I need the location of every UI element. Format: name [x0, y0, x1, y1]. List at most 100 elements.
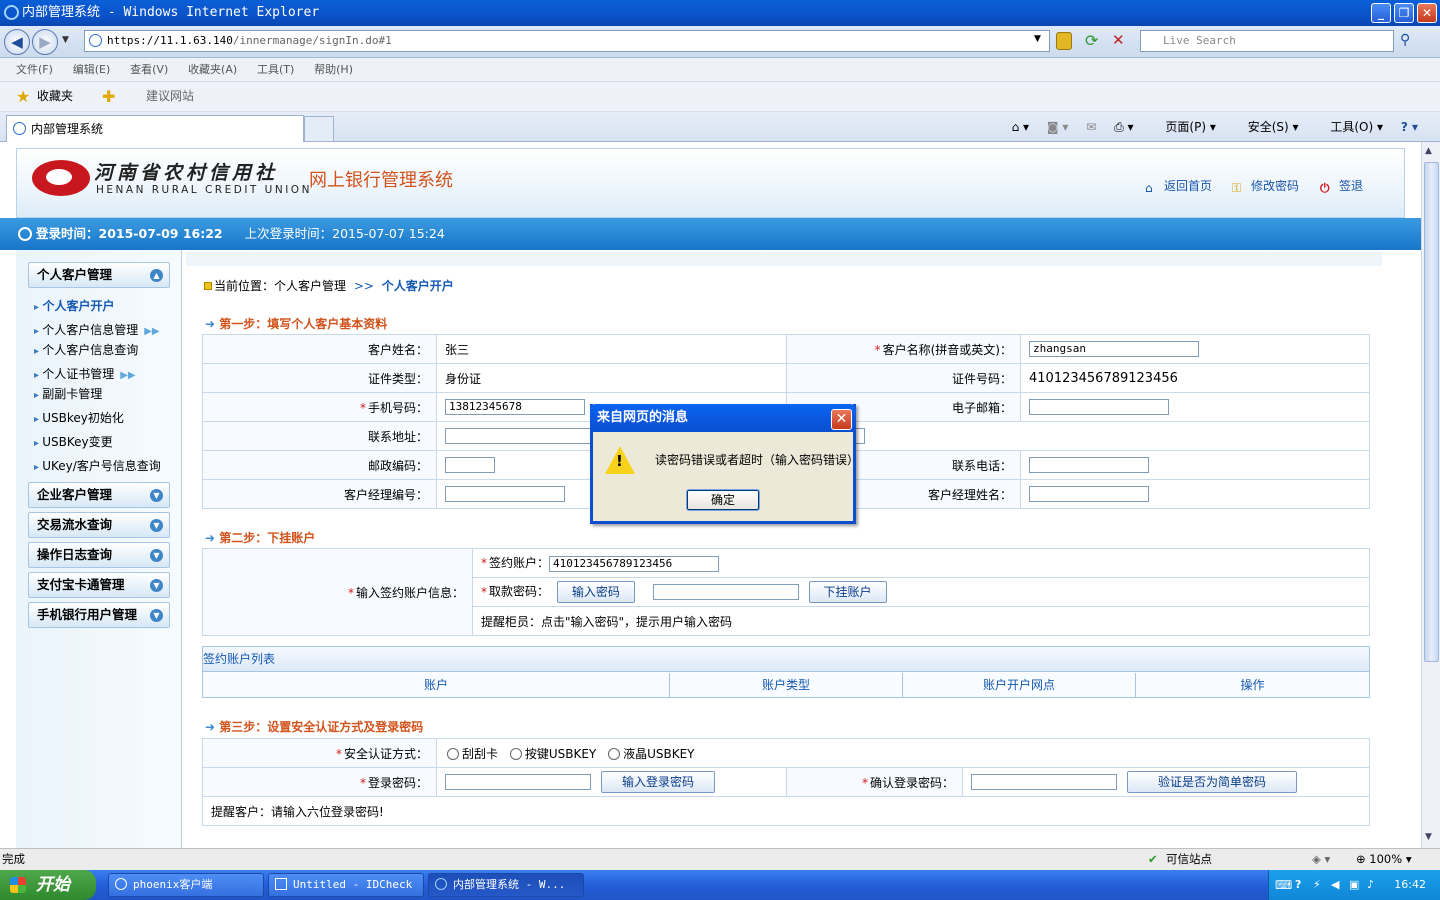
change-password-link[interactable]: ⚿ 修改密码	[1232, 177, 1299, 195]
window-title-bar[interactable]: 内部管理系统 - Windows Internet Explorer	[0, 0, 1440, 26]
vertical-scrollbar[interactable]: ▲ ▼	[1421, 142, 1440, 848]
sidebar-group-personal[interactable]: 个人客户管理 ▲	[28, 262, 170, 288]
login-pwd-input[interactable]	[445, 774, 591, 790]
forward-button[interactable]: ▶	[32, 29, 58, 55]
address-input[interactable]: https://11.1.63.140/innermanage/signIn.d…	[84, 30, 1050, 52]
mgr-name-cell	[1020, 479, 1370, 509]
suggested-sites-link[interactable]: 建议网站	[146, 82, 194, 111]
mgr-name-input[interactable]	[1029, 486, 1149, 502]
sidebar-group-oplog[interactable]: 操作日志查询 ▼	[28, 542, 170, 568]
scroll-up-icon[interactable]: ▲	[1425, 146, 1432, 156]
address-dropdown-icon[interactable]: ▼	[1034, 34, 1041, 44]
print-icon[interactable]: ⎙ ▾	[1114, 120, 1133, 134]
attach-account-button[interactable]: 下挂账户	[808, 581, 887, 603]
task-idcheck[interactable]: Untitled - IDCheck	[268, 873, 424, 897]
menu-edit[interactable]: 编辑(E)	[73, 58, 111, 81]
radio-key-usbkey[interactable]	[509, 747, 522, 760]
email-input[interactable]	[1029, 399, 1169, 415]
zip-input[interactable]	[445, 457, 495, 473]
sidebar-item-info-query[interactable]: 个人客户信息查询	[34, 341, 138, 358]
favorites-star-icon: ★	[16, 87, 31, 106]
protected-mode-icon[interactable]: ◈ ▾	[1312, 849, 1330, 870]
back-tray-icon[interactable]: ◀	[1331, 870, 1339, 900]
network-icon[interactable]: ⚡	[1313, 870, 1321, 900]
scroll-down-icon[interactable]: ▼	[1425, 832, 1432, 842]
radio-lcd-usbkey[interactable]	[608, 747, 621, 760]
tray-clock[interactable]: 16:42	[1394, 878, 1426, 891]
new-tab-button[interactable]	[304, 116, 334, 141]
verify-simple-password-button[interactable]: 验证是否为简单密码	[1127, 771, 1298, 793]
sidebar-item-info-manage[interactable]: 个人客户信息管理 ▶▶	[34, 321, 159, 338]
add-favorite-icon[interactable]: ✚	[102, 82, 115, 111]
minimize-button[interactable]: _	[1371, 3, 1391, 23]
tab-internal-system[interactable]: 内部管理系统	[6, 115, 304, 142]
sidebar-group-alipay[interactable]: 支付宝卡通管理 ▼	[28, 572, 170, 598]
window-title: 内部管理系统 - Windows Internet Explorer	[22, 5, 320, 20]
start-button[interactable]: 开始	[0, 870, 96, 900]
cmd-page[interactable]: 页面(P) ▾	[1151, 120, 1215, 134]
security-zone[interactable]: 可信站点	[1166, 849, 1212, 870]
required-mark: *	[861, 775, 868, 790]
sidebar-group-mobile[interactable]: 手机银行用户管理 ▼	[28, 602, 170, 628]
menu-favorites[interactable]: 收藏夹(A)	[188, 58, 237, 81]
alert-ok-button[interactable]: 确定	[686, 489, 760, 511]
confirm-pwd-input[interactable]	[971, 774, 1117, 790]
expand-icon: ▼	[150, 549, 163, 562]
mail-icon[interactable]: ✉	[1086, 120, 1096, 134]
alert-close-button[interactable]: ✕	[831, 409, 852, 430]
volume-icon[interactable]: ♪	[1367, 870, 1374, 900]
breadcrumb: 当前位置：个人客户管理 >> 个人客户开户	[204, 277, 454, 294]
feeds-icon[interactable]: ◙ ▾	[1047, 120, 1068, 134]
sidebar-item-open-account[interactable]: 个人客户开户	[34, 297, 115, 314]
live-search-input[interactable]: Live Search	[1140, 30, 1394, 52]
history-dropdown-icon[interactable]: ▼	[62, 35, 69, 45]
scroll-thumb[interactable]	[1424, 162, 1439, 662]
task-phoenix[interactable]: phoenix客户端	[108, 873, 264, 897]
mobile-input[interactable]: 13812345678	[445, 399, 585, 415]
sidebar-item-scratch-card[interactable]: 副副卡管理	[34, 385, 102, 402]
stop-icon[interactable]: ✕	[1112, 31, 1125, 49]
enter-login-password-button[interactable]: 输入登录密码	[601, 771, 716, 793]
menu-tools[interactable]: 工具(T)	[257, 58, 294, 81]
withdraw-pwd-input[interactable]	[652, 584, 799, 600]
maximize-button[interactable]: ❐	[1394, 3, 1414, 23]
help-tray-icon[interactable]: ?	[1295, 870, 1301, 900]
sign-info-label: 输入签约账户信息：	[355, 585, 464, 600]
cmd-tools[interactable]: 工具(O) ▾	[1316, 120, 1383, 134]
home-link[interactable]: ⌂ 返回首页	[1145, 177, 1212, 195]
step2-title: 第二步：下挂账户	[205, 529, 315, 546]
sidebar-group-transactions[interactable]: 交易流水查询 ▼	[28, 512, 170, 538]
sidebar-item-usbkey-change[interactable]: USBKey变更	[34, 433, 112, 450]
task-ie-internal-system[interactable]: 内部管理系统 - W...	[428, 873, 584, 897]
sidebar-group-enterprise[interactable]: 企业客户管理 ▼	[28, 482, 170, 508]
monitor-icon[interactable]: ▣	[1349, 870, 1359, 900]
en-name-input[interactable]: zhangsan	[1029, 341, 1199, 357]
favorites-button[interactable]: 收藏夹	[37, 82, 73, 111]
clock-icon	[18, 227, 32, 241]
keyboard-icon[interactable]: ⌨	[1275, 870, 1292, 900]
logout-link[interactable]: ⏻ 签退	[1320, 177, 1363, 195]
menu-file[interactable]: 文件(F)	[16, 58, 53, 81]
zoom-level[interactable]: ⊕ 100% ▾	[1356, 849, 1412, 870]
cmd-safety[interactable]: 安全(S) ▾	[1234, 120, 1299, 134]
account-input[interactable]: 410123456789123456	[549, 555, 720, 572]
back-button[interactable]: ◀	[4, 29, 30, 55]
sidebar-item-usbkey-init[interactable]: USBkey初始化	[34, 409, 124, 426]
mgr-no-input[interactable]	[445, 486, 565, 502]
system-title: 网上银行管理系统	[309, 170, 453, 191]
auth-label: 安全认证方式：	[343, 746, 428, 761]
required-mark: *	[481, 584, 487, 599]
menu-view[interactable]: 查看(V)	[130, 58, 168, 81]
close-window-button[interactable]: ✕	[1417, 3, 1437, 23]
search-icon[interactable]: ⚲	[1400, 32, 1410, 48]
enter-password-button[interactable]: 输入密码	[556, 581, 635, 603]
sidebar-item-cert-manage[interactable]: 个人证书管理 ▶▶	[34, 365, 135, 382]
menu-help[interactable]: 帮助(H)	[314, 58, 353, 81]
refresh-icon[interactable]: ⟳	[1085, 31, 1098, 50]
home-icon[interactable]: ⌂ ▾	[1012, 120, 1029, 134]
radio-scratch-card[interactable]	[447, 747, 459, 760]
sidebar-item-ukey-query[interactable]: UKey/客户号信息查询	[34, 457, 161, 474]
lock-icon[interactable]	[1056, 32, 1072, 50]
phone-input[interactable]	[1029, 457, 1149, 473]
help-icon[interactable]: ? ▾	[1401, 120, 1418, 134]
